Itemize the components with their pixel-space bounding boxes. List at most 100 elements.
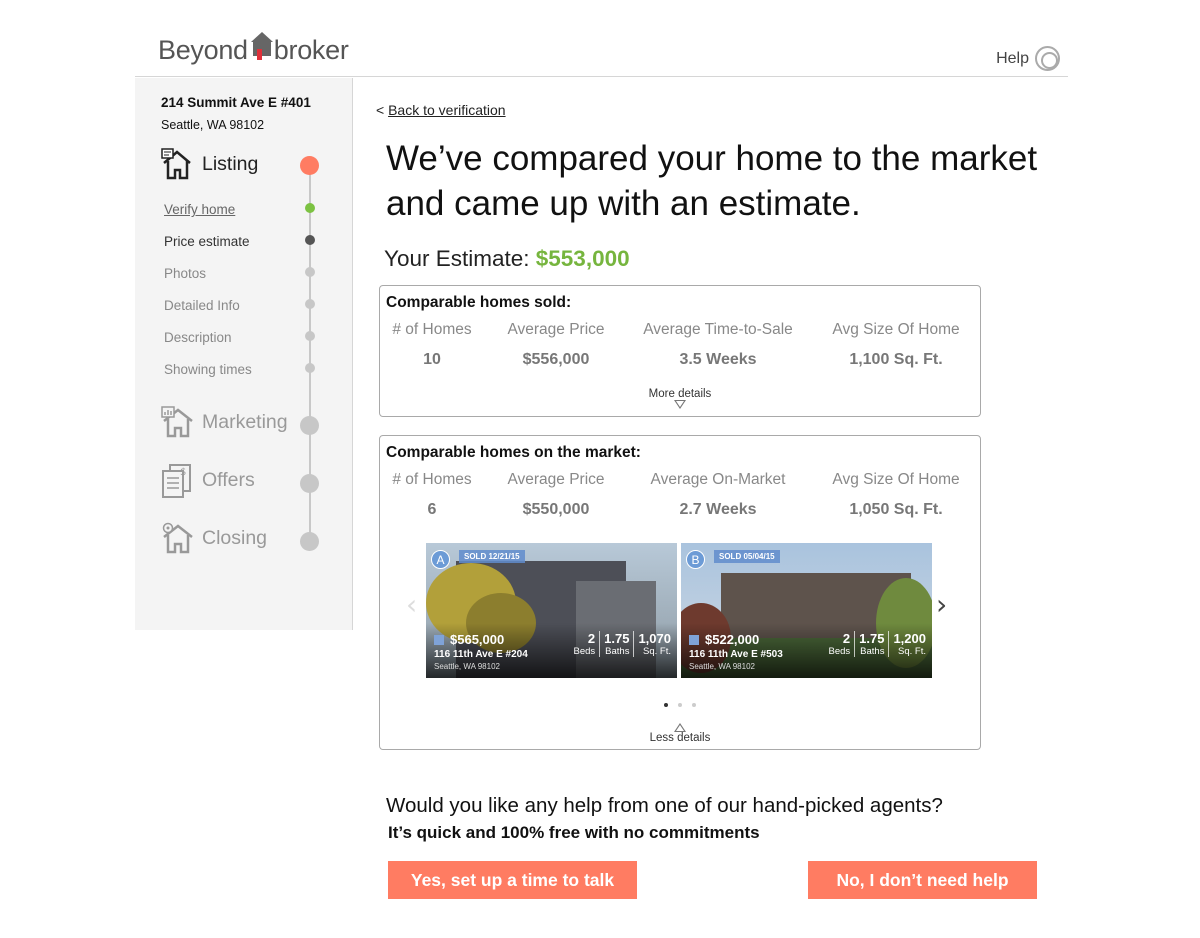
documents-dollar-icon: $	[161, 464, 195, 498]
carousel-prev-arrow[interactable]: ‹	[406, 588, 417, 621]
less-details-toggle[interactable]: Less details	[380, 723, 980, 744]
back-link[interactable]: < Back to verification	[376, 102, 506, 118]
listing-beds: 2 Beds	[824, 631, 856, 657]
stat-average-price: Average Price $550,000	[496, 471, 616, 519]
listing-card[interactable]: A SOLD 12/21/15 $565,000 116 11th Ave E …	[426, 543, 677, 678]
stage-listing[interactable]: Listing	[161, 148, 258, 180]
listing-facts: 2 Beds 1.75 Baths 1,200 Sq. Ft.	[824, 631, 930, 657]
carousel-dot[interactable]	[678, 703, 682, 707]
triangle-up-icon	[674, 723, 686, 732]
stat-value: $550,000	[522, 501, 590, 518]
estimate: Your Estimate: $553,000	[384, 246, 630, 272]
listing-beds: 2 Beds	[569, 631, 601, 657]
stage-dot-active	[300, 156, 319, 175]
yes-talk-button[interactable]: Yes, set up a time to talk	[388, 861, 637, 899]
substep-dot	[305, 267, 315, 277]
carousel-dot[interactable]	[692, 703, 696, 707]
stat-header: Average Price	[507, 471, 605, 488]
help-button[interactable]: Help	[996, 46, 1060, 71]
estimate-value: $553,000	[535, 246, 630, 271]
sqft-value: 1,200	[893, 631, 926, 646]
house-chart-icon	[161, 406, 195, 438]
stage-marketing[interactable]: Marketing	[161, 406, 288, 438]
beds-count: 2	[587, 631, 596, 646]
listing-baths: 1.75 Baths	[855, 631, 890, 657]
carousel-dot[interactable]	[664, 703, 668, 707]
listing-street: 116 11th Ave E #204	[434, 649, 528, 660]
sold-badge: SOLD 05/04/15	[714, 550, 780, 563]
house-gear-icon	[161, 522, 195, 554]
sidebar: 214 Summit Ave E #401 Seattle, WA 98102 …	[135, 78, 353, 630]
building-icon	[689, 634, 699, 645]
baths-label: Baths	[605, 646, 630, 657]
card-title: Comparable homes sold:	[386, 294, 572, 311]
stat-time-to-sale: Average Time-to-Sale 3.5 Weeks	[632, 321, 804, 369]
stat-value: 1,050 Sq. Ft.	[849, 501, 943, 518]
beds-count: 2	[842, 631, 851, 646]
stat-value: 3.5 Weeks	[679, 351, 757, 368]
substep-price-estimate[interactable]: Price estimate	[164, 234, 250, 249]
stat-header: Average Price	[507, 321, 605, 338]
stage-dot	[300, 474, 319, 493]
listing-sqft: 1,200 Sq. Ft.	[889, 631, 930, 657]
stage-closing[interactable]: Closing	[161, 522, 267, 554]
back-chevron: <	[376, 102, 385, 118]
agent-help-question: Would you like any help from one of our …	[386, 794, 943, 817]
listing-city: Seattle, WA 98102	[689, 662, 755, 671]
estimate-label: Your Estimate:	[384, 246, 530, 271]
comparable-sold-card: Comparable homes sold: # of Homes 10 Ave…	[379, 285, 981, 417]
stage-offers[interactable]: $ Offers	[161, 464, 255, 498]
stat-value: 2.7 Weeks	[679, 501, 757, 518]
baths-count: 1.75	[604, 631, 630, 646]
house-listing-icon	[161, 148, 195, 180]
substep-dot	[305, 363, 315, 373]
stage-dot	[300, 532, 319, 551]
logo[interactable]: Beyond broker	[158, 32, 349, 66]
listing-price: $522,000	[689, 632, 759, 647]
listing-city: Seattle, WA 98102	[434, 662, 500, 671]
listing-pin: A	[431, 550, 450, 569]
stat-value: 1,100 Sq. Ft.	[849, 351, 943, 368]
listing-baths: 1.75 Baths	[600, 631, 635, 657]
more-details-toggle[interactable]: More details	[380, 388, 980, 409]
substep-showing-times[interactable]: Showing times	[164, 362, 252, 377]
help-label: Help	[996, 49, 1029, 67]
substep-photos[interactable]: Photos	[164, 266, 206, 281]
listing-sqft: 1,070 Sq. Ft.	[634, 631, 675, 657]
stat-value: $556,000	[522, 351, 590, 368]
carousel-dots	[380, 694, 980, 712]
baths-count: 1.75	[859, 631, 885, 646]
substep-verify-home[interactable]: Verify home	[164, 202, 235, 217]
no-help-button[interactable]: No, I don’t need help	[808, 861, 1037, 899]
building-icon	[434, 634, 444, 645]
stat-header: Average On-Market	[650, 471, 786, 488]
card-title: Comparable homes on the market:	[386, 444, 641, 461]
stat-value: 10	[423, 351, 441, 368]
sqft-label: Sq. Ft.	[898, 646, 926, 657]
property-address: 214 Summit Ave E #401	[161, 95, 311, 110]
sqft-value: 1,070	[638, 631, 671, 646]
stat-header: Avg Size Of Home	[832, 321, 960, 338]
stat-header: # of Homes	[392, 321, 472, 338]
sold-badge: SOLD 12/21/15	[459, 550, 525, 563]
substep-description[interactable]: Description	[164, 330, 232, 345]
listing-card[interactable]: B SOLD 05/04/15 $522,000 116 11th Ave E …	[681, 543, 932, 678]
listing-price-value: $565,000	[450, 632, 505, 647]
substep-dot-done	[305, 203, 315, 213]
carousel-next-arrow[interactable]: ›	[936, 588, 947, 621]
substep-detailed-info[interactable]: Detailed Info	[164, 298, 240, 313]
triangle-down-icon	[674, 400, 686, 409]
toggle-label: More details	[648, 388, 712, 400]
svg-text:$: $	[180, 467, 186, 478]
stat-avg-size: Avg Size Of Home 1,050 Sq. Ft.	[820, 471, 972, 519]
listing-street: 116 11th Ave E #503	[689, 649, 783, 660]
stage-dot	[300, 416, 319, 435]
stat-on-market: Average On-Market 2.7 Weeks	[632, 471, 804, 519]
listing-price-value: $522,000	[705, 632, 760, 647]
back-link-label: Back to verification	[388, 102, 506, 118]
listing-facts: 2 Beds 1.75 Baths 1,070 Sq. Ft.	[569, 631, 675, 657]
baths-label: Baths	[860, 646, 885, 657]
stat-header: Average Time-to-Sale	[643, 321, 793, 338]
stage-label: Closing	[202, 526, 268, 549]
lifebuoy-icon	[1035, 46, 1060, 71]
